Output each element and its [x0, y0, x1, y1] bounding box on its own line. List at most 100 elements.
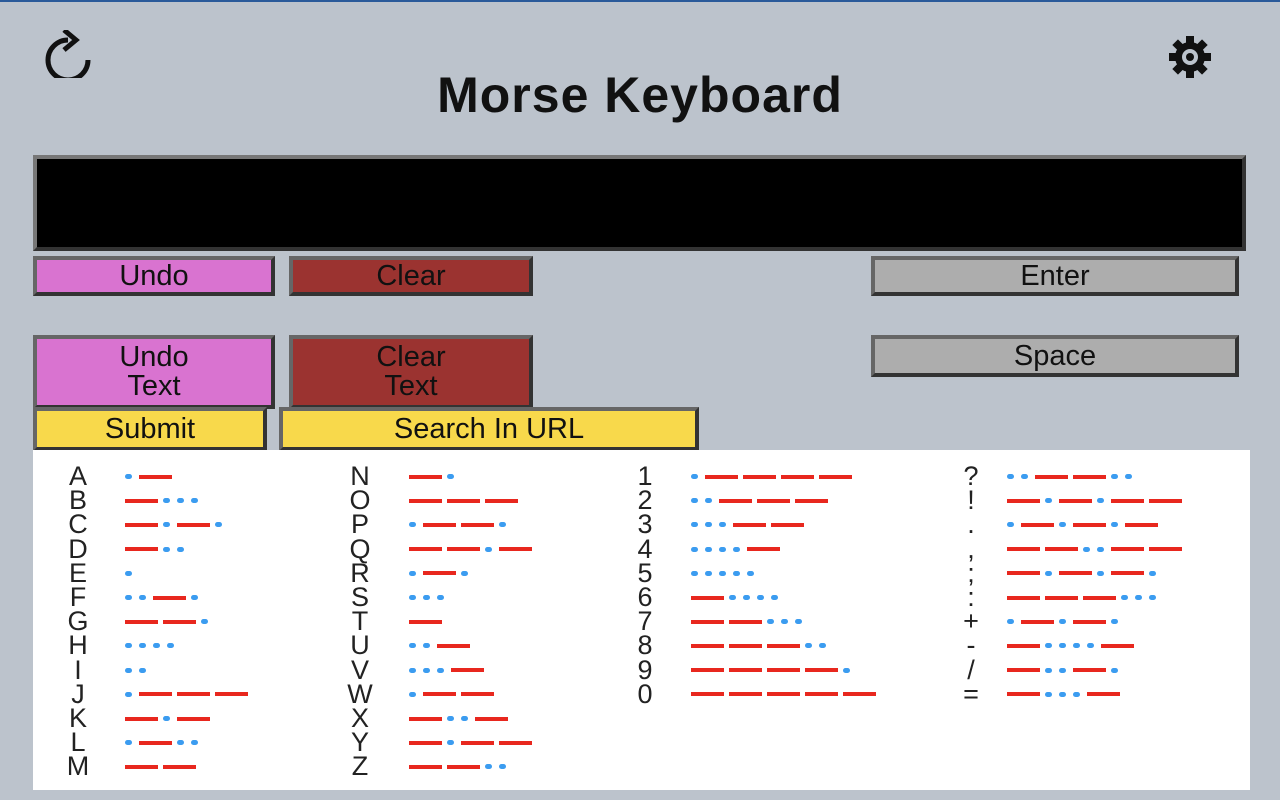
morse-dot: [1135, 595, 1142, 600]
morse-dot: [1045, 667, 1052, 673]
morse-dot: [1073, 691, 1080, 697]
morse-dash: [177, 692, 210, 697]
clear-text-label-1: Clear: [376, 341, 446, 373]
morse-dash: [795, 498, 828, 503]
morse-dash: [1007, 498, 1040, 503]
morse-dash: [1073, 474, 1106, 479]
morse-dash: [451, 668, 484, 673]
morse-dash: [1149, 498, 1182, 503]
morse-dot: [1097, 498, 1104, 504]
morse-dash: [139, 740, 172, 745]
morse-dot: [139, 643, 146, 649]
morse-dot: [153, 643, 160, 649]
morse-dot: [447, 740, 454, 746]
morse-dot: [177, 546, 184, 552]
morse-dash: [125, 522, 158, 527]
morse-dot: [1083, 546, 1090, 552]
morse-dash: [729, 692, 762, 697]
morse-dash: [819, 474, 852, 479]
morse-dot: [447, 474, 454, 479]
morse-dot: [409, 667, 416, 673]
morse-dash: [177, 716, 210, 721]
morse-dash: [805, 692, 838, 697]
morse-char: 8: [637, 630, 653, 661]
morse-dash: [1007, 692, 1040, 697]
morse-dot: [705, 546, 712, 552]
morse-char: 9: [637, 654, 653, 685]
space-button[interactable]: Space: [871, 335, 1239, 377]
morse-dot: [1097, 546, 1104, 552]
morse-dash: [1111, 571, 1144, 576]
morse-dash: [423, 522, 456, 527]
morse-dash: [409, 764, 442, 769]
enter-button[interactable]: Enter: [871, 256, 1239, 296]
morse-reference-chart: A B C D E F G H I J K L M N O P Q R S T U V W X Y Z 1 2 3 4 5 6 7 8 9 0?!.,…: [33, 450, 1250, 790]
submit-button[interactable]: Submit: [33, 407, 267, 451]
morse-char: I: [74, 654, 82, 685]
morse-dot: [719, 522, 726, 528]
morse-char: 0: [637, 678, 653, 709]
morse-dot: [167, 643, 174, 649]
morse-dot: [705, 570, 712, 576]
morse-dash: [1035, 474, 1068, 479]
morse-dot: [447, 716, 454, 721]
morse-dot: [409, 522, 416, 528]
morse-dot: [771, 595, 778, 600]
morse-char: 3: [637, 509, 653, 540]
morse-dash: [499, 547, 532, 552]
morse-dash: [1111, 547, 1144, 552]
morse-dot: [409, 570, 416, 576]
morse-dot: [733, 546, 740, 552]
morse-dot: [423, 643, 430, 649]
morse-dash: [409, 547, 442, 552]
morse-dash: [125, 764, 158, 769]
morse-dash: [771, 522, 804, 527]
morse-dot: [1045, 570, 1052, 576]
morse-dot: [1087, 643, 1094, 649]
morse-dot: [691, 498, 698, 504]
window-top-border: [0, 0, 1280, 2]
morse-dot: [691, 474, 698, 479]
morse-dash: [729, 619, 762, 624]
morse-dash: [719, 498, 752, 503]
undo-button[interactable]: Undo: [33, 256, 275, 296]
morse-dash: [409, 716, 442, 721]
morse-dash: [1101, 643, 1134, 648]
morse-dash: [1073, 619, 1106, 624]
morse-dot: [191, 740, 198, 746]
morse-dot: [409, 595, 416, 600]
morse-dash: [729, 668, 762, 673]
morse-dot: [795, 619, 802, 625]
morse-dash: [163, 764, 196, 769]
morse-dot: [177, 498, 184, 504]
morse-dot: [163, 546, 170, 552]
morse-dash: [1007, 547, 1040, 552]
morse-dot: [743, 595, 750, 600]
morse-dash: [177, 522, 210, 527]
morse-char: /: [967, 654, 975, 685]
morse-dash: [1007, 595, 1040, 600]
morse-char: .: [967, 509, 975, 540]
morse-dash: [1073, 522, 1106, 527]
morse-dash: [1149, 547, 1182, 552]
morse-dash: [125, 498, 158, 503]
morse-dot: [691, 522, 698, 528]
morse-dot: [437, 595, 444, 600]
morse-dash: [447, 498, 480, 503]
morse-dash: [1087, 692, 1120, 697]
clear-button[interactable]: Clear: [289, 256, 533, 296]
undo-text-label-1: Undo: [119, 341, 189, 373]
morse-dot: [1045, 691, 1052, 697]
morse-dash: [461, 692, 494, 697]
clear-text-button[interactable]: Clear Text: [289, 335, 533, 409]
morse-char: M: [66, 751, 90, 782]
search-in-url-button[interactable]: Search In URL: [279, 407, 699, 451]
page-title: Morse Keyboard: [437, 67, 843, 123]
morse-dash: [139, 474, 172, 479]
morse-dot: [757, 595, 764, 600]
undo-text-button[interactable]: Undo Text: [33, 335, 275, 409]
morse-char: V: [350, 654, 369, 685]
morse-dash: [781, 474, 814, 479]
morse-char: U: [350, 630, 370, 661]
morse-dash: [139, 692, 172, 697]
